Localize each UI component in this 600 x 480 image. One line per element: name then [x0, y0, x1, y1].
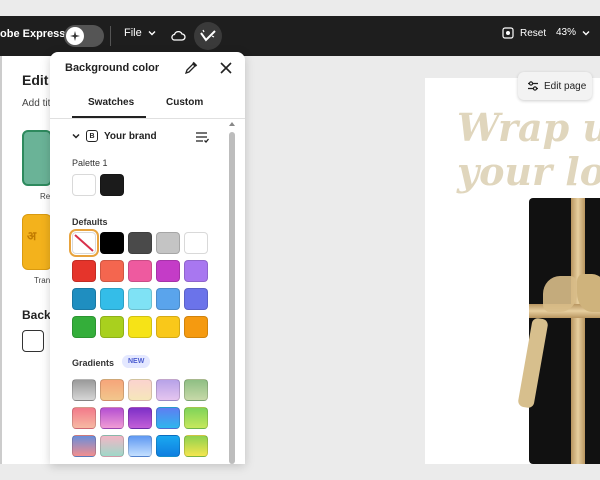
- zoom-dropdown[interactable]: 43%: [556, 27, 590, 38]
- gradient-swatch[interactable]: [128, 407, 152, 429]
- color-swatch[interactable]: [184, 316, 208, 338]
- file-menu[interactable]: File: [124, 27, 156, 39]
- color-swatch[interactable]: [100, 288, 124, 310]
- translate-glyph: अ: [27, 229, 37, 243]
- brand-section-label: Your brand: [104, 130, 157, 142]
- color-swatch[interactable]: [184, 260, 208, 282]
- panel-edge: [0, 56, 2, 464]
- template-thumbnail-label: Tran: [34, 276, 51, 285]
- palette-label: Palette 1: [72, 158, 108, 168]
- color-tabs: Swatches Custom: [50, 92, 245, 119]
- magic-wand-icon: [200, 29, 216, 42]
- gradient-swatch[interactable]: [72, 379, 96, 401]
- gradient-swatch[interactable]: [100, 379, 124, 401]
- design-canvas[interactable]: Wrap u your lo: [425, 78, 600, 464]
- gradient-swatch[interactable]: [72, 435, 96, 457]
- manage-list-icon[interactable]: [195, 130, 209, 144]
- color-swatch[interactable]: [156, 316, 180, 338]
- color-swatch[interactable]: [128, 260, 152, 282]
- color-swatch[interactable]: [156, 232, 180, 254]
- tab-custom[interactable]: Custom: [166, 97, 203, 108]
- template-thumbnail-translate[interactable]: अ: [22, 214, 52, 270]
- color-swatch[interactable]: [184, 232, 208, 254]
- swatches-content: B Your brand Palette 1 Defaults Gradient…: [50, 120, 228, 464]
- headline-line-1: Wrap u: [457, 105, 600, 150]
- reset-label: Reset: [520, 27, 547, 39]
- gradient-swatch[interactable]: [184, 435, 208, 457]
- popover-title: Background color: [65, 62, 160, 74]
- brand-icon: B: [86, 130, 98, 142]
- color-swatch[interactable]: [156, 288, 180, 310]
- gradient-swatch[interactable]: [128, 379, 152, 401]
- file-menu-label: File: [124, 27, 142, 39]
- headline-line-2: your lo: [457, 149, 600, 194]
- color-swatch[interactable]: [184, 288, 208, 310]
- toolbar-divider: [110, 26, 111, 46]
- color-swatch[interactable]: [100, 316, 124, 338]
- background-color-popover: Background color Swatches Custom B Your …: [50, 52, 245, 464]
- color-swatch[interactable]: [72, 316, 96, 338]
- popover-scrollbar[interactable]: [228, 120, 236, 464]
- no-color-swatch[interactable]: [69, 229, 99, 257]
- reset-button[interactable]: Reset: [502, 27, 546, 39]
- no-color-slash-icon: [74, 234, 94, 252]
- scroll-thumb[interactable]: [229, 132, 235, 464]
- gradient-swatch[interactable]: [184, 407, 208, 429]
- palette-swatch[interactable]: [72, 174, 96, 196]
- gradients-label: Gradients: [72, 358, 115, 368]
- zoom-level: 43%: [556, 27, 577, 38]
- color-swatch[interactable]: [156, 260, 180, 282]
- background-swatch[interactable]: [22, 330, 44, 352]
- color-swatch[interactable]: [100, 232, 124, 254]
- reset-icon: [502, 27, 514, 39]
- close-icon[interactable]: [219, 61, 233, 75]
- app-name: obe Express: [0, 28, 66, 40]
- color-swatch[interactable]: [72, 260, 96, 282]
- gradient-swatch[interactable]: [156, 407, 180, 429]
- palette-swatch[interactable]: [100, 174, 124, 196]
- gift-ribbon: [571, 198, 585, 464]
- new-badge: NEW: [122, 355, 151, 368]
- tab-swatches[interactable]: Swatches: [88, 97, 134, 108]
- edit-page-button[interactable]: Edit page: [518, 72, 592, 100]
- defaults-label: Defaults: [72, 217, 108, 227]
- cloud-icon[interactable]: [170, 28, 186, 44]
- gradient-swatch[interactable]: [72, 407, 96, 429]
- gradient-swatch[interactable]: [156, 435, 180, 457]
- eyedropper-icon[interactable]: [184, 61, 198, 75]
- active-tab-indicator: [72, 116, 146, 118]
- color-swatch[interactable]: [128, 288, 152, 310]
- chevron-down-icon: [148, 31, 156, 36]
- top-toolbar: obe Express File Reset 43%: [0, 16, 600, 56]
- gift-bow: [543, 276, 577, 312]
- sparkle-icon: [66, 27, 84, 45]
- gradient-swatch[interactable]: [100, 407, 124, 429]
- gradient-swatch[interactable]: [184, 379, 208, 401]
- ai-toggle[interactable]: [64, 25, 104, 47]
- edit-page-label: Edit page: [544, 80, 587, 92]
- color-swatch[interactable]: [100, 260, 124, 282]
- color-swatch[interactable]: [72, 288, 96, 310]
- chevron-down-icon: [582, 30, 590, 35]
- sliders-icon: [528, 81, 538, 91]
- color-swatch[interactable]: [128, 232, 152, 254]
- color-swatch[interactable]: [128, 316, 152, 338]
- gradient-swatch[interactable]: [156, 379, 180, 401]
- gift-bow: [577, 274, 600, 312]
- scroll-up-icon[interactable]: [228, 120, 236, 128]
- panel-subtitle: Add titl: [22, 98, 53, 109]
- gradient-swatch[interactable]: [100, 435, 124, 457]
- brand-section-header[interactable]: B Your brand: [72, 130, 157, 142]
- gradient-swatch[interactable]: [128, 435, 152, 457]
- chevron-down-icon: [72, 133, 80, 139]
- canvas-headline[interactable]: Wrap u your lo: [457, 106, 600, 194]
- magic-fix-button[interactable]: [194, 22, 222, 50]
- template-thumbnail-resize[interactable]: [22, 130, 52, 186]
